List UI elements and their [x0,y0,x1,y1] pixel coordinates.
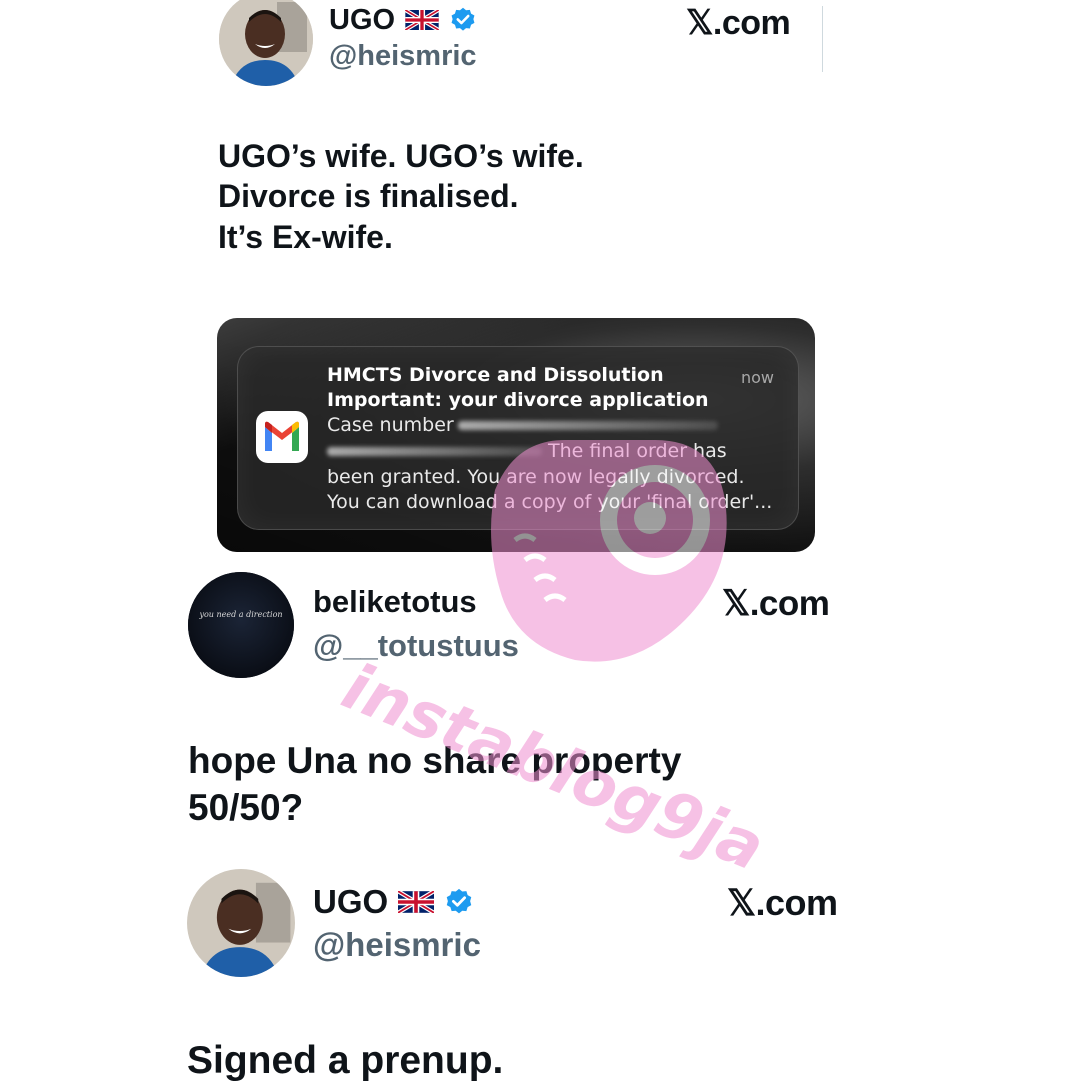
verified-badge-icon [444,887,474,917]
verified-badge-icon [449,6,477,34]
site-label: 𝕏.com [722,584,830,623]
tweet-text: hope Una no share property 50/50? [188,740,682,828]
avatar-beliketotus[interactable]: you need a direction [188,572,294,678]
notification-line-case: Case number [327,414,718,436]
site-label: 𝕏.com [727,882,838,923]
divider [822,6,823,72]
avatar-caption: you need a direction [199,610,283,619]
author-name: UGO [313,882,474,922]
author-name: UGO [329,2,477,38]
notification-line-granted: been granted. You are now legally divorc… [327,466,745,488]
author-name: beliketotus [313,584,477,619]
notification-subject: Important: your divorce application [327,389,709,411]
author-handle[interactable]: @heismric [329,40,477,73]
author-name-label: UGO [313,883,389,920]
avatar-ugo[interactable] [219,0,313,86]
notification-screenshot: now HMCTS Divorce and Dissolution Import… [217,318,815,552]
gmail-app-tile [256,411,308,463]
notification-line-final-order: The final order has [327,440,727,462]
final-order-text: The final order has [548,440,727,462]
notification-time: now [741,368,775,387]
author-handle[interactable]: @heismric [313,926,481,964]
gmail-icon [265,421,299,451]
avatar-ugo[interactable] [187,869,295,977]
tweet-text: UGO’s wife. UGO’s wife. Divorce is final… [218,138,584,255]
uk-flag-icon [405,10,440,30]
author-name-label: UGO [329,3,396,36]
redacted-text [327,447,542,456]
uk-flag-icon [398,891,435,913]
author-handle[interactable]: @__totustuus [313,628,519,664]
site-label: 𝕏.com [686,4,791,42]
notification-card: now HMCTS Divorce and Dissolution Import… [237,346,799,530]
case-number-label: Case number [327,414,454,436]
redacted-text [457,421,718,430]
tweet-text: Signed a prenup. [187,1039,504,1082]
notification-line-download: You can download a copy of your 'final o… [327,491,773,513]
notification-sender: HMCTS Divorce and Dissolution [327,364,664,386]
